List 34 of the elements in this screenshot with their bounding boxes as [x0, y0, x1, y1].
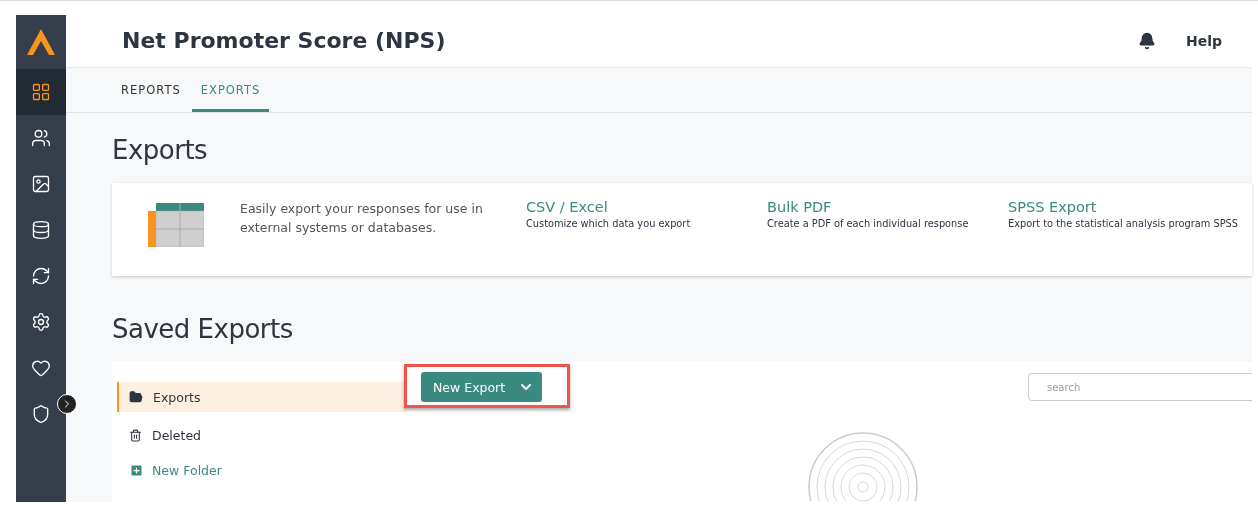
notification-bell-icon[interactable] — [1137, 31, 1156, 50]
settings-icon — [31, 312, 51, 332]
grid-icon — [31, 82, 51, 102]
search-field[interactable]: search — [1028, 373, 1252, 401]
export-option-description: Export to the statistical analysis program SPSS — [1008, 218, 1239, 229]
folder-item[interactable]: Deleted — [117, 420, 407, 450]
logo-icon — [27, 29, 55, 55]
sidebar-item[interactable] — [16, 69, 66, 115]
database-icon — [31, 220, 51, 240]
expand-button[interactable] — [57, 394, 77, 414]
folder-item[interactable]: Exports — [117, 382, 407, 412]
spreadsheet-icon — [148, 203, 204, 247]
export-option-link[interactable]: SPSS Export — [1008, 199, 1249, 215]
tab[interactable]: EXPORTS — [191, 67, 270, 112]
export-option-description: Customize which data you export — [526, 218, 692, 229]
export-option-link[interactable]: CSV / Excel — [526, 199, 767, 215]
export-option-description: Create a PDF of each individual response — [767, 218, 970, 229]
folder-icon — [129, 390, 143, 404]
trash-icon — [129, 428, 142, 442]
plus-icon — [129, 463, 144, 478]
new-export-button[interactable]: New Export — [421, 372, 542, 402]
export-option-link[interactable]: Bulk PDF — [767, 199, 1008, 215]
help-link[interactable]: Help — [1185, 32, 1222, 49]
new-folder-button[interactable]: New Folder — [117, 462, 407, 479]
users-icon — [31, 128, 51, 148]
section-heading: Saved Exports — [112, 314, 294, 344]
shield-icon — [31, 404, 51, 424]
export-description: Easily export your responses for use in external systems or databases. — [240, 200, 484, 237]
section-heading: Exports — [112, 135, 209, 165]
page-title: Net Promoter Score (NPS) — [122, 28, 447, 54]
refresh-icon — [31, 266, 51, 286]
heart-icon — [31, 358, 51, 378]
tab[interactable]: REPORTS — [112, 67, 190, 112]
image-icon — [31, 174, 51, 194]
